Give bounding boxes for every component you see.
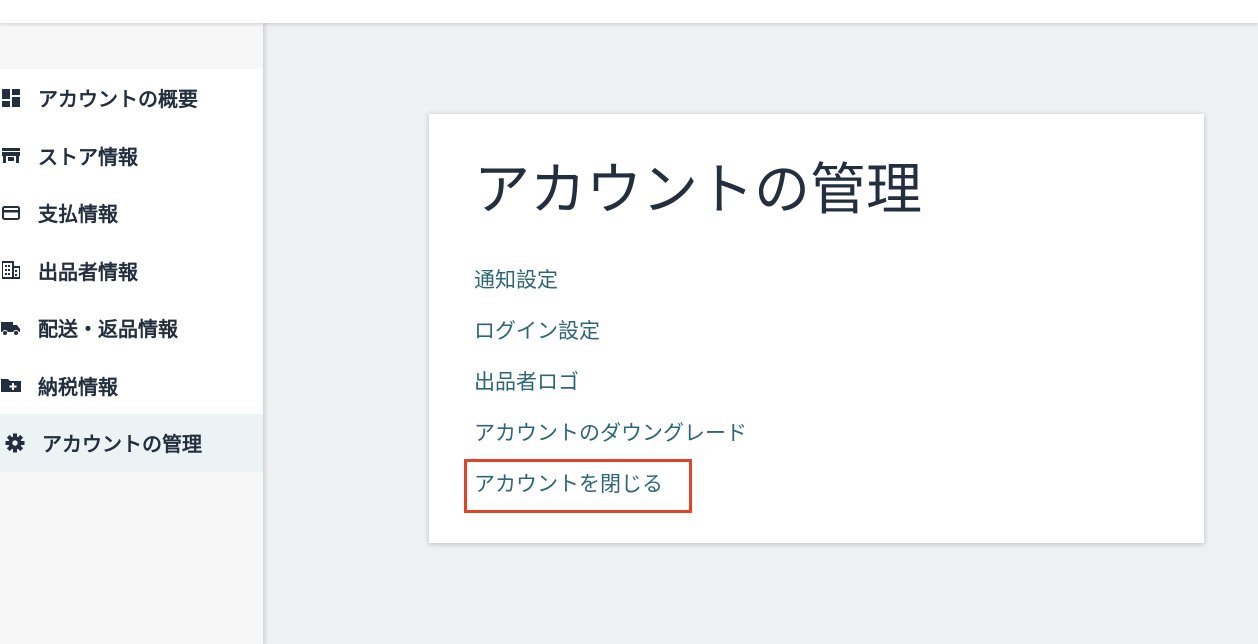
sidebar-item-payment-info[interactable]: 支払情報 [0,184,263,242]
login-settings-link[interactable]: ログイン設定 [474,313,747,364]
sidebar: アカウントの概要 ストア情報 支払情報 出品者情報 配送・返品情報 納税情報 ア… [0,23,263,644]
sidebar-item-seller-info[interactable]: 出品者情報 [0,242,263,300]
sidebar-list: アカウントの概要 ストア情報 支払情報 出品者情報 配送・返品情報 納税情報 ア… [0,69,263,472]
store-icon [1,145,21,165]
seller-logo-link[interactable]: 出品者ロゴ [474,364,747,415]
folder-plus-icon [1,375,21,395]
sidebar-item-account-overview[interactable]: アカウントの概要 [0,69,263,127]
sidebar-item-label: 配送・返品情報 [38,317,178,342]
notification-settings-link[interactable]: 通知設定 [474,262,747,313]
settings-link-list: 通知設定 ログイン設定 出品者ロゴ アカウントのダウングレード アカウントを閉じ… [474,262,747,517]
sidebar-item-account-management[interactable]: アカウントの管理 [0,414,263,472]
top-bar [0,0,1258,23]
truck-icon [1,318,21,338]
sidebar-item-label: 出品者情報 [38,259,138,284]
page-title: アカウントの管理 [474,158,922,223]
close-account-link[interactable]: アカウントを閉じる [474,466,747,517]
building-icon [1,260,21,280]
sidebar-item-label: アカウントの概要 [38,87,198,112]
dashboard-icon [1,88,21,108]
sidebar-item-store-info[interactable]: ストア情報 [0,127,263,185]
credit-card-icon [1,203,21,223]
sidebar-item-label: 支払情報 [38,202,118,227]
gear-icon [5,433,25,453]
sidebar-item-label: ストア情報 [38,144,138,169]
sidebar-item-label: アカウントの管理 [42,432,202,457]
downgrade-account-link[interactable]: アカウントのダウングレード [474,415,747,466]
sidebar-item-label: 納税情報 [38,374,118,399]
account-management-card: アカウントの管理 通知設定 ログイン設定 出品者ロゴ アカウントのダウングレード… [429,114,1204,543]
sidebar-item-tax-info[interactable]: 納税情報 [0,357,263,415]
sidebar-item-shipping-returns[interactable]: 配送・返品情報 [0,299,263,357]
